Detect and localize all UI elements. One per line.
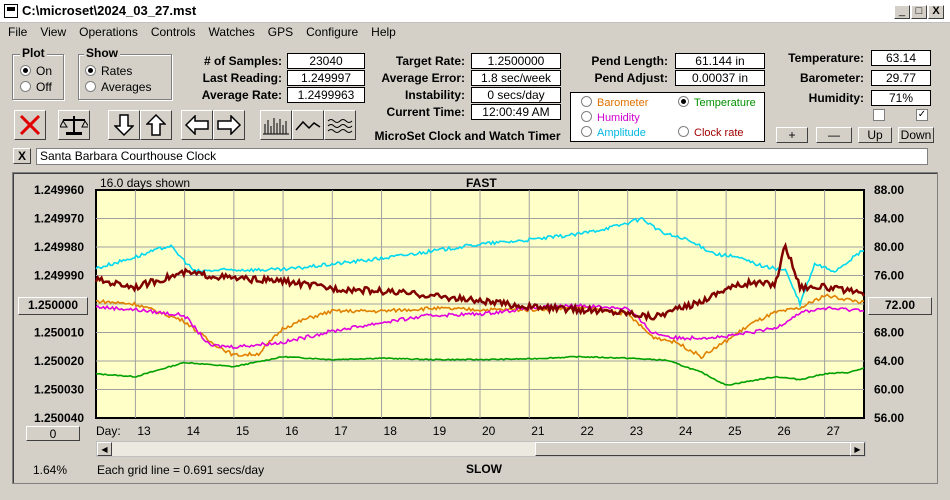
right-y-tick-label: 64.00 <box>874 354 904 368</box>
x-tick-label: 26 <box>777 424 791 438</box>
x-tick-label: 16 <box>285 424 299 438</box>
left-y-tick-label: 1.249960 <box>34 183 84 197</box>
right-y-tick-label: 80.00 <box>874 240 904 254</box>
right-y-tick-label: 76.00 <box>874 269 904 283</box>
x-tick-label: 24 <box>679 424 693 438</box>
x-tick-label: 25 <box>728 424 742 438</box>
left-y-tick-label: 1.250040 <box>34 411 84 425</box>
x-tick-label: 23 <box>630 424 644 438</box>
x-tick-label: 14 <box>187 424 201 438</box>
left-y-tick-label: 1.249980 <box>34 240 84 254</box>
right-y-tick-label: 56.00 <box>874 411 904 425</box>
x-tick-label: 21 <box>531 424 545 438</box>
right-y-tick-label: 84.00 <box>874 212 904 226</box>
left-y-tick-label: 1.249970 <box>34 212 84 226</box>
x-tick-label: 18 <box>384 424 398 438</box>
x-tick-label: 19 <box>433 424 447 438</box>
x-tick-label: 17 <box>334 424 348 438</box>
x-tick-label: 13 <box>137 424 151 438</box>
right-y-tick-label: 68.00 <box>874 326 904 340</box>
left-y-tick-label: 1.249990 <box>34 269 84 283</box>
x-tick-label: 15 <box>236 424 250 438</box>
right-y-tick-label: 60.00 <box>874 383 904 397</box>
left-y-tick-label: 1.250020 <box>34 354 84 368</box>
right-y-tick-label: 88.00 <box>874 183 904 197</box>
left-y-tick-label: 1.250010 <box>34 326 84 340</box>
rate-chart: 1.249960 1.249970 1.249980 1.249990 1.250010… <box>34 183 904 438</box>
x-tick-label: 27 <box>827 424 841 438</box>
x-tick-label: 20 <box>482 424 496 438</box>
left-y-tick-label: 1.250030 <box>34 383 84 397</box>
x-tick-label: 22 <box>580 424 594 438</box>
